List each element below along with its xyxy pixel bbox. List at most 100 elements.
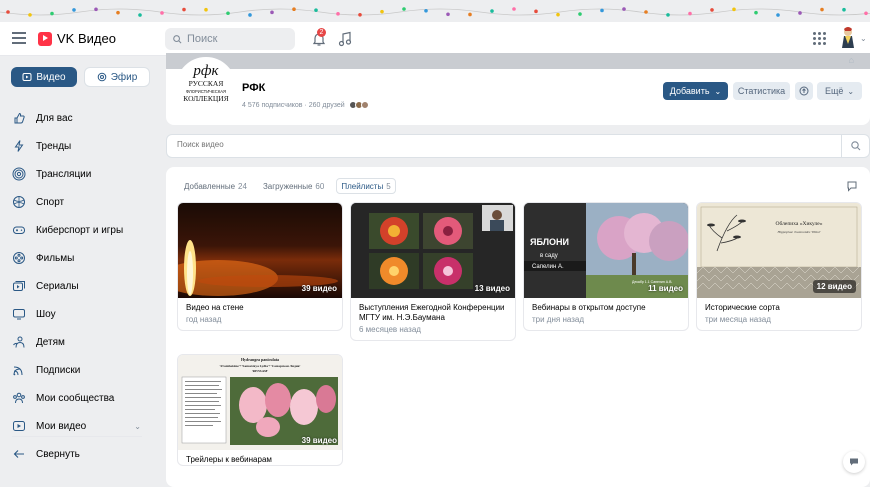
garland-bulb [512,7,516,11]
svg-text:Hydrangea paniculata: Hydrangea paniculata [241,357,279,362]
chat-bubble-icon [850,458,858,466]
sidebar-item-11[interactable]: Мои сообщества [0,384,155,412]
sidebar-item-5[interactable]: Киберспорт и игры [0,216,155,244]
vk-video-logo[interactable]: VK Видео [38,31,116,46]
garland-bulb [292,7,296,12]
video-tab-icon [22,73,32,81]
tab-live[interactable]: Эфир [84,67,150,87]
garland-bulb [820,7,824,12]
menu-icon[interactable] [12,32,26,44]
global-search[interactable]: Поиск [165,28,295,50]
garland-bulb [226,11,230,16]
playlist-title[interactable]: Видео на стене [178,298,342,313]
playlist-date: год назад [186,315,222,324]
group-logo[interactable]: pфк РУССКАЯ ФЛОРИСТИЧЕСКАЯ КОЛЛЕКЦИЯ [176,57,236,117]
chevron-down-icon[interactable]: ⌄ [134,422,141,431]
stats-button[interactable]: Статистика [733,82,790,100]
group-stats: 4 576 подписчиков · 260 друзей [242,101,369,109]
garland-bulb [380,9,384,14]
video-search-button[interactable] [841,135,869,157]
garland-bulb [160,11,164,15]
sidebar-item-label: Киберспорт и игры [36,224,124,236]
sidebar-item-label: Для вас [36,112,73,124]
music-icon[interactable] [338,31,352,47]
settings-circle-button[interactable] [795,82,813,100]
apps-grid-icon[interactable] [813,32,826,45]
kids-icon [12,335,26,349]
sidebar-item-2[interactable]: Тренды [0,132,155,160]
tab-added[interactable]: Добавленные 24 [180,178,251,194]
sidebar-item-3[interactable]: Трансляции [0,160,155,188]
sidebar-item-label: Спорт [36,196,65,208]
tab-video[interactable]: Видео [11,67,77,87]
playlist-date: три месяца назад [705,315,771,324]
garland-bulb [182,7,186,12]
group-header: pфк РУССКАЯ ФЛОРИСТИЧЕСКАЯ КОЛЛЕКЦИЯ РФК… [166,57,870,125]
playlist-card[interactable]: 13 видео Выступления Ежегодной Конференц… [350,202,516,341]
tv-icon [12,307,26,321]
svg-text:Облепиха «Хикуле»: Облепиха «Хикуле» [776,220,823,227]
playlist-thumbnail[interactable]: Hydrangea paniculata 'Framboisine'+'Sama… [178,355,342,450]
sidebar-item-7[interactable]: Сериалы [0,272,155,300]
playlist-card[interactable]: Облепиха «Хикуле» Hippophae rhamnoides '… [696,202,862,331]
tab-playlists[interactable]: Плейлисты 5 [336,178,396,194]
playlist-title[interactable]: Трейлеры к вебинарам [178,450,342,465]
garland-bulb [842,7,846,12]
playlist-title[interactable]: Вебинары в открытом доступе [524,298,688,313]
gamepad-icon [12,223,26,237]
sidebar-item-9[interactable]: Детям [0,328,155,356]
garland-bulb [314,8,318,12]
playlist-thumbnail[interactable]: 13 видео [351,203,515,298]
garland-bulb [446,12,450,17]
playlist-card[interactable]: Hydrangea paniculata 'Framboisine'+'Sama… [177,354,343,466]
add-button[interactable]: Добавить ⌄ [663,82,728,100]
subscriptions-icon [12,363,26,377]
vk-video-logo-icon [38,31,52,46]
playlist-thumbnail[interactable]: Облепиха «Хикуле» Hippophae rhamnoides '… [697,203,861,298]
garland-bulb [336,12,340,16]
playlist-card[interactable]: ЯБЛОНИ в саду Сапелин А. Декабр 1.1 Сапе… [523,202,689,331]
playlist-thumbnail[interactable]: ЯБЛОНИ в саду Сапелин А. Декабр 1.1 Сапе… [524,203,688,298]
sidebar-item-6[interactable]: Фильмы [0,244,155,272]
playlist-thumbnail[interactable]: 39 видео [178,203,342,298]
playlists-card: Добавленные 24 Загруженные 60 Плейлисты 5 3… [166,167,870,487]
sidebar-item-8[interactable]: Шоу [0,300,155,328]
sidebar-item-13[interactable]: Свернуть [0,440,155,468]
tab-uploaded[interactable]: Загруженные 60 [259,178,328,194]
chevron-down-icon: ⌄ [847,86,855,96]
rfk-logo-image: pфк РУССКАЯ ФЛОРИСТИЧЕСКАЯ КОЛЛЕКЦИЯ [183,63,228,103]
garland-bulb [556,12,560,17]
playlist-title[interactable]: Выступления Ежегодной Конференции МГТУ и… [351,298,515,323]
playlist-title[interactable]: Исторические сорта [697,298,861,313]
friends-avatars[interactable] [348,101,369,109]
my-video-icon [12,419,26,433]
svg-text:'Framboisine'+'Samarskya Lydia: 'Framboisine'+'Samarskya Lydia'+'Самарск… [220,364,301,368]
garland-bulb [248,13,252,17]
cover-edit-icon[interactable]: ⌂ [849,55,854,65]
video-search-input[interactable] [177,140,817,149]
sidebar-item-label: Шоу [36,308,56,320]
tab-added-label: Добавленные [184,181,236,191]
garland-bulb [50,11,54,16]
playlist-card[interactable]: 39 видео Видео на стене год назад [177,202,343,331]
more-button[interactable]: Ещё ⌄ [817,82,862,100]
group-subtitle: 4 576 подписчиков · 260 друзей [242,101,345,109]
thumbs-up-icon [12,111,26,125]
sidebar-item-10[interactable]: Подписки [0,356,155,384]
comment-icon[interactable] [846,180,858,192]
chat-button[interactable] [843,451,865,473]
chevron-down-icon[interactable]: ⌄ [860,34,867,43]
sidebar-item-1[interactable]: Для вас [0,104,155,132]
search-icon [850,141,860,151]
svg-text:Hippophae rhamnoides 'Hikul': Hippophae rhamnoides 'Hikul' [776,230,820,234]
sidebar-item-label: Сериалы [36,280,79,292]
garland-bulb [732,7,736,12]
sidebar-item-label: Трансляции [36,168,92,180]
sidebar-item-label: Мои сообщества [36,392,115,404]
user-avatar[interactable] [838,26,858,50]
sidebar-divider [12,436,142,437]
garland-bulb [490,9,494,13]
sidebar-item-4[interactable]: Спорт [0,188,155,216]
video-tabs: Добавленные 24 Загруженные 60 Плейлисты 5 [180,178,396,194]
playlist-date: три дня назад [532,315,585,324]
